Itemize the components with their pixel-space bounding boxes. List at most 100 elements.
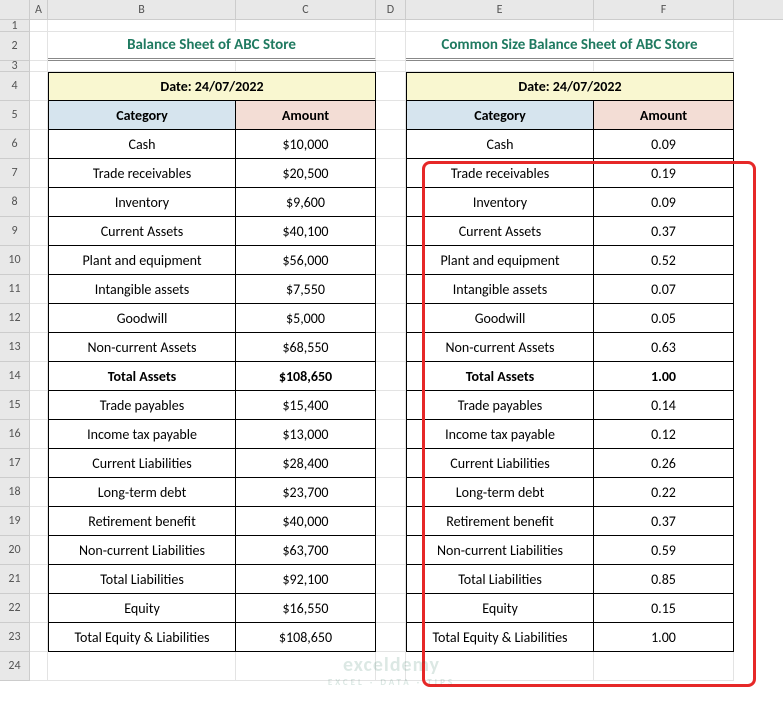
row-header-23[interactable]: 23 <box>0 623 30 652</box>
right-amt-16[interactable]: 0.15 <box>594 594 734 623</box>
cell-blank[interactable] <box>30 188 48 217</box>
cell-blank[interactable] <box>30 217 48 246</box>
row-header-21[interactable]: 21 <box>0 565 30 594</box>
cell-blank[interactable] <box>376 130 406 159</box>
cell-blank[interactable] <box>376 362 406 391</box>
left-amt-13[interactable]: $40,000 <box>236 507 376 536</box>
cell-blank[interactable] <box>376 20 406 32</box>
row-header-9[interactable]: 9 <box>0 217 30 246</box>
cell-blank[interactable] <box>376 61 406 72</box>
left-amt-10[interactable]: $13,000 <box>236 420 376 449</box>
left-cat-9[interactable]: Trade payables <box>48 391 236 420</box>
row-header-20[interactable]: 20 <box>0 536 30 565</box>
row-header-12[interactable]: 12 <box>0 304 30 333</box>
cell-blank[interactable] <box>376 304 406 333</box>
cell-blank[interactable] <box>376 391 406 420</box>
row-header-4[interactable]: 4 <box>0 72 30 101</box>
cell-blank[interactable] <box>30 536 48 565</box>
left-amt-7[interactable]: $68,550 <box>236 333 376 362</box>
row-header-1[interactable]: 1 <box>0 20 30 32</box>
right-title[interactable]: Common Size Balance Sheet of ABC Store <box>406 32 734 61</box>
left-cat-header[interactable]: Category <box>48 101 236 130</box>
left-cat-1[interactable]: Trade receivables <box>48 159 236 188</box>
left-amt-header[interactable]: Amount <box>236 101 376 130</box>
cell-blank[interactable] <box>376 594 406 623</box>
cell-blank[interactable] <box>594 20 734 32</box>
row-header-5[interactable]: 5 <box>0 101 30 130</box>
right-amt-14[interactable]: 0.59 <box>594 536 734 565</box>
right-cat-16[interactable]: Equity <box>406 594 594 623</box>
cell-blank[interactable] <box>406 61 594 72</box>
row-header-8[interactable]: 8 <box>0 188 30 217</box>
cell-blank[interactable] <box>30 304 48 333</box>
left-amt-17[interactable]: $108,650 <box>236 623 376 652</box>
left-cat-0[interactable]: Cash <box>48 130 236 159</box>
cell-blank[interactable] <box>30 159 48 188</box>
left-amt-4[interactable]: $56,000 <box>236 246 376 275</box>
cell-blank[interactable] <box>376 449 406 478</box>
left-cat-12[interactable]: Long-term debt <box>48 478 236 507</box>
right-cat-8[interactable]: Total Assets <box>406 362 594 391</box>
left-amt-2[interactable]: $9,600 <box>236 188 376 217</box>
left-cat-16[interactable]: Equity <box>48 594 236 623</box>
row-header-11[interactable]: 11 <box>0 275 30 304</box>
right-cat-6[interactable]: Goodwill <box>406 304 594 333</box>
right-cat-1[interactable]: Trade receivables <box>406 159 594 188</box>
cell-blank[interactable] <box>376 246 406 275</box>
right-amt-10[interactable]: 0.12 <box>594 420 734 449</box>
cell-blank[interactable] <box>30 246 48 275</box>
select-all-corner[interactable] <box>0 0 30 19</box>
left-cat-13[interactable]: Retirement benefit <box>48 507 236 536</box>
cell-blank[interactable] <box>30 101 48 130</box>
left-cat-6[interactable]: Goodwill <box>48 304 236 333</box>
cell-blank[interactable] <box>236 20 376 32</box>
left-cat-2[interactable]: Inventory <box>48 188 236 217</box>
row-header-13[interactable]: 13 <box>0 333 30 362</box>
right-cat-9[interactable]: Trade payables <box>406 391 594 420</box>
right-amt-3[interactable]: 0.37 <box>594 217 734 246</box>
left-amt-8[interactable]: $108,650 <box>236 362 376 391</box>
left-cat-4[interactable]: Plant and equipment <box>48 246 236 275</box>
right-cat-11[interactable]: Current Liabilities <box>406 449 594 478</box>
col-header-A[interactable]: A <box>30 0 48 19</box>
cell-blank[interactable] <box>30 507 48 536</box>
left-amt-6[interactable]: $5,000 <box>236 304 376 333</box>
right-cat-3[interactable]: Current Assets <box>406 217 594 246</box>
cell-blank[interactable] <box>406 20 594 32</box>
cell-blank[interactable] <box>376 420 406 449</box>
cell-blank[interactable] <box>376 32 406 61</box>
row-header-19[interactable]: 19 <box>0 507 30 536</box>
cell-blank[interactable] <box>236 652 376 681</box>
left-cat-8[interactable]: Total Assets <box>48 362 236 391</box>
row-header-18[interactable]: 18 <box>0 478 30 507</box>
cell-blank[interactable] <box>30 20 48 32</box>
left-cat-11[interactable]: Current Liabilities <box>48 449 236 478</box>
right-amt-5[interactable]: 0.07 <box>594 275 734 304</box>
cell-blank[interactable] <box>376 188 406 217</box>
left-amt-1[interactable]: $20,500 <box>236 159 376 188</box>
row-header-7[interactable]: 7 <box>0 159 30 188</box>
row-header-22[interactable]: 22 <box>0 594 30 623</box>
cell-blank[interactable] <box>30 449 48 478</box>
right-cat-0[interactable]: Cash <box>406 130 594 159</box>
right-amt-6[interactable]: 0.05 <box>594 304 734 333</box>
right-amt-8[interactable]: 1.00 <box>594 362 734 391</box>
right-cat-header[interactable]: Category <box>406 101 594 130</box>
cell-blank[interactable] <box>48 652 236 681</box>
row-header-2[interactable]: 2 <box>0 32 30 61</box>
cell-blank[interactable] <box>406 652 594 681</box>
cell-blank[interactable] <box>30 275 48 304</box>
cell-blank[interactable] <box>30 61 48 72</box>
right-amt-2[interactable]: 0.09 <box>594 188 734 217</box>
cell-blank[interactable] <box>376 101 406 130</box>
right-cat-14[interactable]: Non-current Liabilities <box>406 536 594 565</box>
cell-blank[interactable] <box>48 61 236 72</box>
right-cat-10[interactable]: Income tax payable <box>406 420 594 449</box>
right-amt-15[interactable]: 0.85 <box>594 565 734 594</box>
col-header-D[interactable]: D <box>376 0 406 19</box>
left-cat-14[interactable]: Non-current Liabilities <box>48 536 236 565</box>
right-amt-12[interactable]: 0.22 <box>594 478 734 507</box>
right-amt-7[interactable]: 0.63 <box>594 333 734 362</box>
left-cat-3[interactable]: Current Assets <box>48 217 236 246</box>
left-amt-3[interactable]: $40,100 <box>236 217 376 246</box>
